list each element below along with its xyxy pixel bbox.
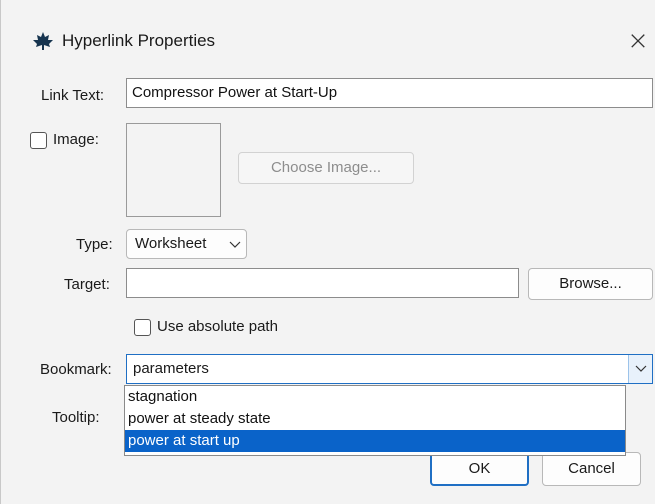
image-preview: [126, 123, 221, 217]
maple-leaf-icon: [33, 32, 53, 50]
link-text-label: Link Text:: [41, 87, 105, 104]
bookmark-combobox[interactable]: parameters: [126, 354, 653, 384]
ok-button[interactable]: OK: [430, 452, 529, 486]
image-label: Image:: [53, 131, 99, 148]
type-select-value: Worksheet: [135, 235, 207, 252]
title-bar: Hyperlink Properties ×: [1, 0, 655, 80]
target-label: Target:: [64, 276, 110, 293]
hyperlink-properties-dialog: Hyperlink Properties × Link Text: Compre…: [0, 0, 655, 504]
browse-button[interactable]: Browse...: [528, 268, 653, 300]
choose-image-button[interactable]: Choose Image...: [238, 152, 414, 184]
chevron-down-icon: [635, 365, 647, 372]
bookmark-option-stagnation[interactable]: stagnation: [125, 386, 625, 408]
target-input[interactable]: [126, 268, 519, 298]
window-title: Hyperlink Properties: [62, 31, 216, 50]
type-label: Type:: [76, 236, 113, 253]
bookmark-dropdown-list: stagnation power at steady state power a…: [124, 385, 626, 456]
bookmark-option-start-up[interactable]: power at start up: [125, 430, 625, 452]
chevron-down-icon: [229, 241, 241, 248]
cancel-button[interactable]: Cancel: [542, 452, 641, 486]
absolute-path-label: Use absolute path: [157, 318, 278, 335]
type-select[interactable]: Worksheet: [126, 229, 247, 259]
bookmark-option-steady-state[interactable]: power at steady state: [125, 408, 625, 430]
bookmark-value: parameters: [133, 360, 209, 377]
bookmark-dropdown-button[interactable]: [628, 355, 652, 383]
absolute-path-checkbox[interactable]: [134, 319, 151, 336]
link-text-input[interactable]: Compressor Power at Start-Up: [126, 78, 653, 108]
tooltip-label: Tooltip:: [52, 409, 100, 426]
close-icon[interactable]: ×: [625, 26, 651, 56]
image-checkbox[interactable]: [30, 132, 47, 149]
bookmark-label: Bookmark:: [40, 361, 112, 378]
